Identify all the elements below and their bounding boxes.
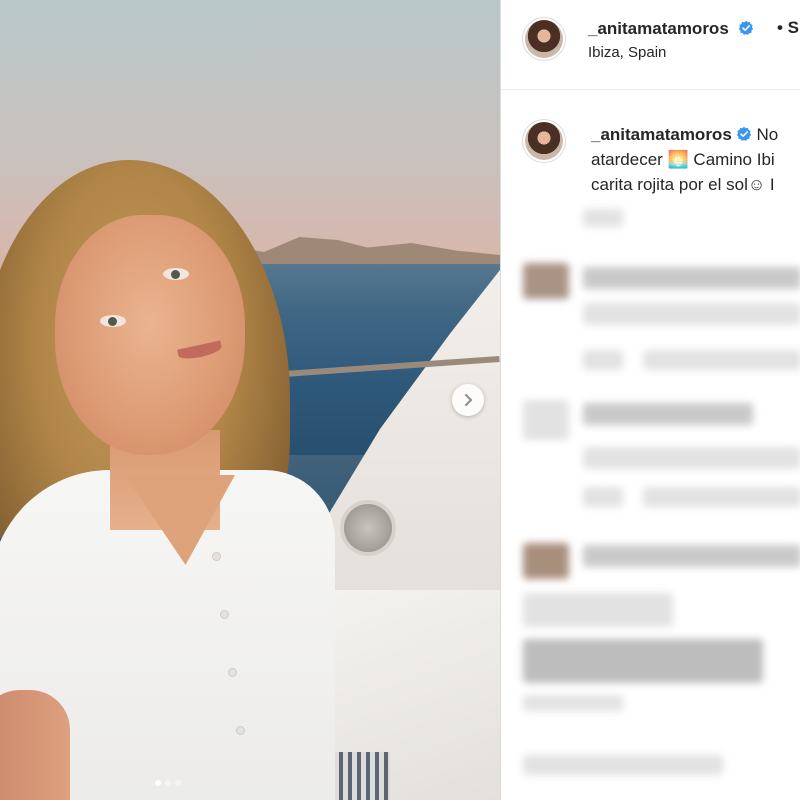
shirt-button (212, 552, 221, 561)
blurred-comment (523, 639, 763, 683)
blurred-comment (583, 303, 800, 325)
blurred-comment (583, 545, 800, 567)
caption-line-1: _anitamatamoros No (591, 122, 800, 147)
carousel-next-button[interactable] (452, 384, 484, 416)
blurred-comment (583, 267, 800, 289)
location-link[interactable]: Ibiza, Spain (588, 44, 666, 61)
shirt-button (236, 726, 245, 735)
shirt-button (228, 668, 237, 677)
carousel-dot-active (155, 780, 161, 786)
caption-text-1: No (756, 125, 779, 144)
shirt-button (220, 610, 229, 619)
blurred-meta (583, 350, 623, 370)
right-eye (163, 268, 189, 280)
chevron-right-icon (465, 394, 472, 406)
boat-porthole (340, 500, 396, 556)
follow-link[interactable]: • S (777, 18, 799, 38)
blurred-meta (643, 487, 800, 507)
blurred-meta (583, 487, 623, 507)
blurred-emoji (523, 593, 673, 627)
comments-blurred (501, 195, 800, 800)
post-photo[interactable] (0, 0, 500, 800)
striped-cushion (330, 752, 390, 800)
blurred-comment (583, 403, 753, 425)
blurred-avatar (523, 400, 569, 440)
carousel-dot (175, 780, 181, 786)
blurred-avatar (523, 543, 569, 579)
header-username[interactable]: _anitamatamoros (588, 19, 729, 38)
header-username-row[interactable]: _anitamatamoros (588, 19, 754, 39)
carousel-dot (165, 780, 171, 786)
verified-badge-icon (738, 20, 753, 35)
caption-text-2: atardecer 🌅 Camino Ibi (591, 150, 775, 169)
blurred-text (583, 209, 623, 227)
caption-username[interactable]: _anitamatamoros (591, 125, 732, 144)
arm (0, 690, 70, 800)
post-side-panel: _anitamatamoros • S Ibiza, Spain _anitam… (500, 0, 800, 800)
caption-text-3: carita rojita por el sol☺ I (591, 175, 775, 194)
left-eye (100, 315, 126, 327)
blurred-comment (523, 755, 723, 775)
caption: _anitamatamoros No atardecer 🌅 Camino Ib… (591, 122, 800, 197)
avatar[interactable] (522, 17, 566, 61)
blurred-comment (583, 447, 800, 469)
avatar-image (525, 20, 563, 58)
blurred-meta (523, 695, 623, 711)
caption-avatar[interactable] (522, 119, 566, 163)
avatar-image (525, 122, 563, 160)
verified-badge-icon (736, 126, 751, 141)
face (55, 215, 245, 455)
post-header: _anitamatamoros • S Ibiza, Spain (501, 0, 800, 90)
blurred-avatar (523, 263, 569, 299)
carousel-indicator (155, 780, 181, 786)
blurred-meta (643, 350, 800, 370)
